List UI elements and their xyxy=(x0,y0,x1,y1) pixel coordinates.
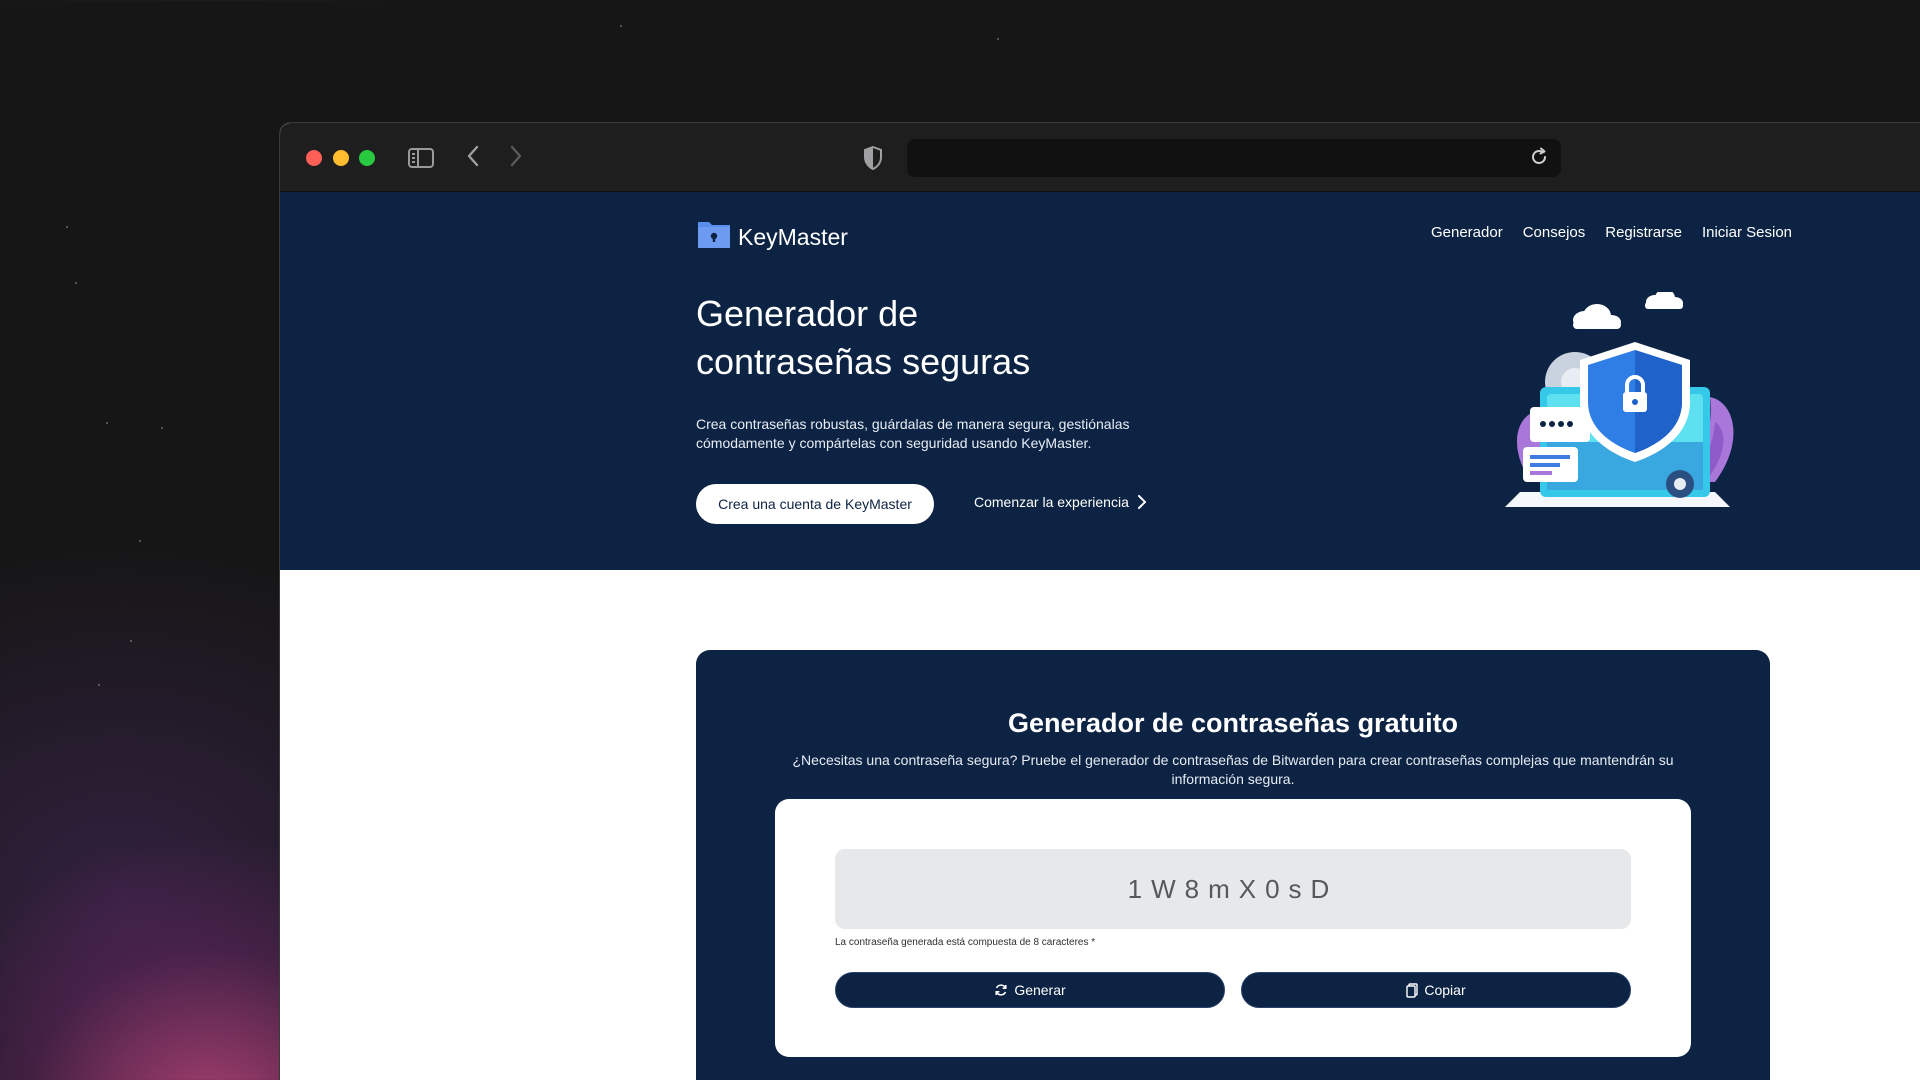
star xyxy=(139,540,141,542)
clipboard-icon xyxy=(1406,982,1419,998)
brand-name: KeyMaster xyxy=(738,224,848,250)
browser-toolbar xyxy=(280,123,1920,192)
generate-label: Generar xyxy=(1014,982,1066,998)
password-length-note: La contraseña generada está compuesta de… xyxy=(835,937,1096,948)
star xyxy=(98,684,100,686)
star xyxy=(106,422,108,424)
nav-registrarse[interactable]: Registrarse xyxy=(1605,224,1682,241)
nav-iniciar-sesion[interactable]: Iniciar Sesion xyxy=(1702,224,1792,241)
generated-password[interactable]: 1W8mX0sD xyxy=(835,849,1631,929)
chevron-right-icon xyxy=(1137,495,1146,509)
generate-button[interactable]: Generar xyxy=(835,972,1225,1008)
address-bar[interactable] xyxy=(907,139,1561,177)
star xyxy=(620,25,622,27)
generator-panel: 1W8mX0sD La contraseña generada está com… xyxy=(775,799,1691,1057)
star xyxy=(997,38,999,40)
hero-title-line2: contraseñas seguras xyxy=(696,341,1031,382)
minimize-window-button[interactable] xyxy=(333,150,349,166)
main-nav: Generador Consejos Registrarse Iniciar S… xyxy=(1431,224,1792,241)
nav-generador[interactable]: Generador xyxy=(1431,224,1503,241)
security-illustration xyxy=(1505,292,1734,507)
star xyxy=(130,640,132,642)
close-window-button[interactable] xyxy=(306,150,322,166)
hero-title-line1: Generador de xyxy=(696,293,919,334)
sidebar-icon[interactable] xyxy=(408,148,434,168)
copy-label: Copiar xyxy=(1424,982,1466,998)
star xyxy=(161,427,163,429)
hero-description: Crea contraseñas robustas, guárdalas de … xyxy=(696,416,1130,451)
forward-chevron-icon[interactable] xyxy=(509,145,523,171)
star xyxy=(75,282,77,284)
start-experience-label: Comenzar la experiencia xyxy=(974,494,1129,510)
hero-section: KeyMaster Generador Consejos Registrarse… xyxy=(280,192,1920,570)
start-experience-link[interactable]: Comenzar la experiencia xyxy=(974,494,1147,510)
reload-icon[interactable] xyxy=(1529,147,1549,171)
generator-subtitle: ¿Necesitas una contraseña segura? Pruebe… xyxy=(792,752,1674,787)
star xyxy=(66,226,68,228)
nav-consejos[interactable]: Consejos xyxy=(1523,224,1586,241)
password-generator-card: Generador de contraseñas gratuito ¿Neces… xyxy=(696,650,1770,1080)
folder-lock-icon xyxy=(696,218,732,250)
back-chevron-icon[interactable] xyxy=(466,145,480,171)
zoom-window-button[interactable] xyxy=(359,150,375,166)
shield-icon[interactable] xyxy=(863,145,883,174)
create-account-button[interactable]: Crea una cuenta de KeyMaster xyxy=(696,484,934,524)
browser-window: KeyMaster Generador Consejos Registrarse… xyxy=(279,122,1920,1080)
generator-title: Generador de contraseñas gratuito xyxy=(1007,708,1459,738)
copy-button[interactable]: Copiar xyxy=(1241,972,1631,1008)
refresh-icon xyxy=(995,984,1007,996)
brand-logo[interactable]: KeyMaster xyxy=(696,216,848,251)
hero-title: Generador de contraseñas seguras xyxy=(696,290,1216,386)
